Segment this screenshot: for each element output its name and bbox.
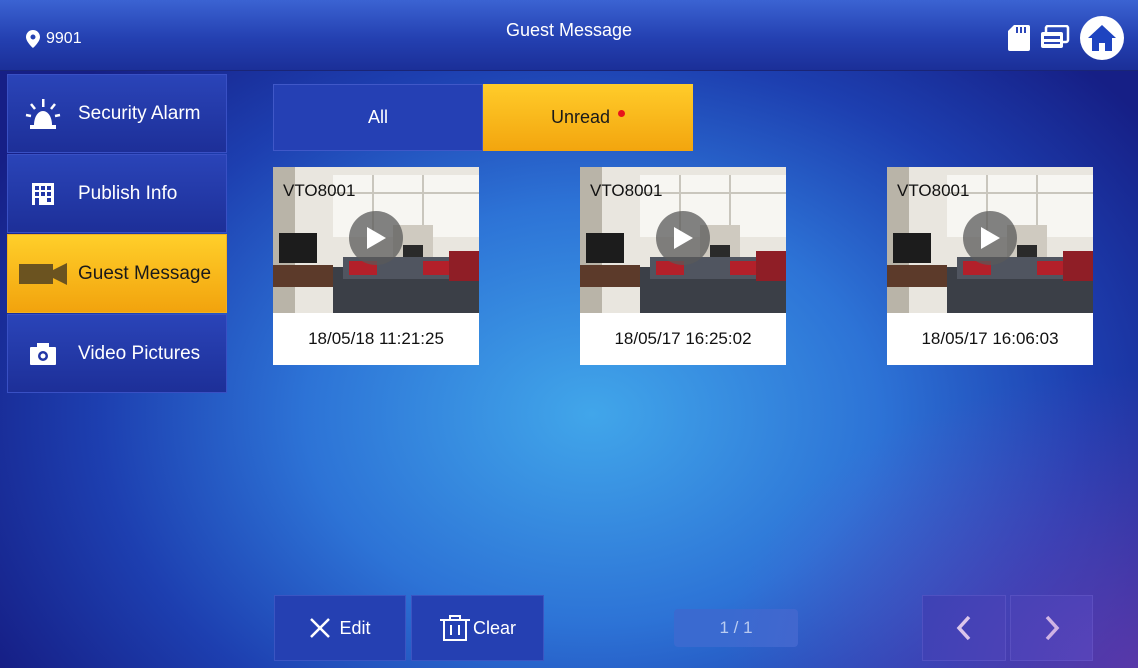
alarm-icon <box>8 98 78 130</box>
building-icon <box>8 182 78 205</box>
message-timestamp: 18/05/17 16:25:02 <box>614 329 752 348</box>
sidebar-item-guest-message[interactable]: Guest Message <box>7 234 227 313</box>
clear-label: Clear <box>472 617 516 638</box>
sidebar-item-security-alarm[interactable]: Security Alarm <box>7 74 227 153</box>
tab-label: All <box>367 107 388 127</box>
close-icon <box>310 618 331 638</box>
sidebar: Security Alarm Publish Info Guest Messag… <box>7 74 227 394</box>
message-thumbnail: VTO8001 <box>580 167 786 313</box>
prev-page-button[interactable] <box>922 595 1006 661</box>
sidebar-item-label: Publish Info <box>78 182 178 204</box>
sidebar-item-label: Guest Message <box>78 262 212 284</box>
home-icon <box>1088 25 1116 51</box>
edit-label: Edit <box>339 617 371 638</box>
sidebar-item-publish-info[interactable]: Publish Info <box>7 154 227 233</box>
message-card[interactable]: VTO8001 18/05/17 16:06:03 <box>887 167 1093 365</box>
clear-button[interactable]: Clear <box>411 595 544 661</box>
tab-unread[interactable]: Unread <box>483 84 693 151</box>
play-icon[interactable] <box>963 211 1017 265</box>
play-icon[interactable] <box>656 211 710 265</box>
trash-icon <box>439 615 470 641</box>
message-timestamp: 18/05/17 16:06:03 <box>921 329 1059 348</box>
message-thumbnail: VTO8001 <box>887 167 1093 313</box>
message-thumbnail: VTO8001 <box>273 167 479 313</box>
sidebar-item-label: Video Pictures <box>78 342 201 364</box>
photo-camera-icon <box>8 342 78 365</box>
message-timestamp: 18/05/18 11:21:25 <box>308 329 444 348</box>
edit-button[interactable]: Edit <box>274 595 406 661</box>
tab-label: Unread <box>550 107 611 127</box>
home-button[interactable] <box>1080 16 1124 60</box>
unread-dot <box>618 110 626 117</box>
network-icon <box>1041 25 1070 48</box>
camera-icon <box>8 262 78 285</box>
tab-all[interactable]: All <box>273 84 483 151</box>
device-name: VTO8001 <box>590 181 663 200</box>
sd-card-icon <box>1008 25 1030 51</box>
filter-tabs: All Unread <box>273 84 693 151</box>
sidebar-item-label: Security Alarm <box>78 102 201 124</box>
chevron-left-icon <box>956 615 971 641</box>
message-card[interactable]: VTO8001 18/05/17 16:25:02 <box>580 167 786 365</box>
chevron-right-icon <box>1045 615 1059 641</box>
next-page-button[interactable] <box>1010 595 1093 661</box>
page-indicator: 1 / 1 <box>674 609 798 647</box>
play-icon[interactable] <box>349 211 403 265</box>
top-bar: 9901 Guest Message <box>0 0 1138 71</box>
device-name: VTO8001 <box>897 181 970 200</box>
message-card[interactable]: VTO8001 18/05/18 11:21:25 <box>273 167 479 365</box>
device-name: VTO8001 <box>283 181 356 200</box>
sidebar-item-video-pictures[interactable]: Video Pictures <box>7 314 227 393</box>
page-title: Guest Message <box>505 20 633 40</box>
